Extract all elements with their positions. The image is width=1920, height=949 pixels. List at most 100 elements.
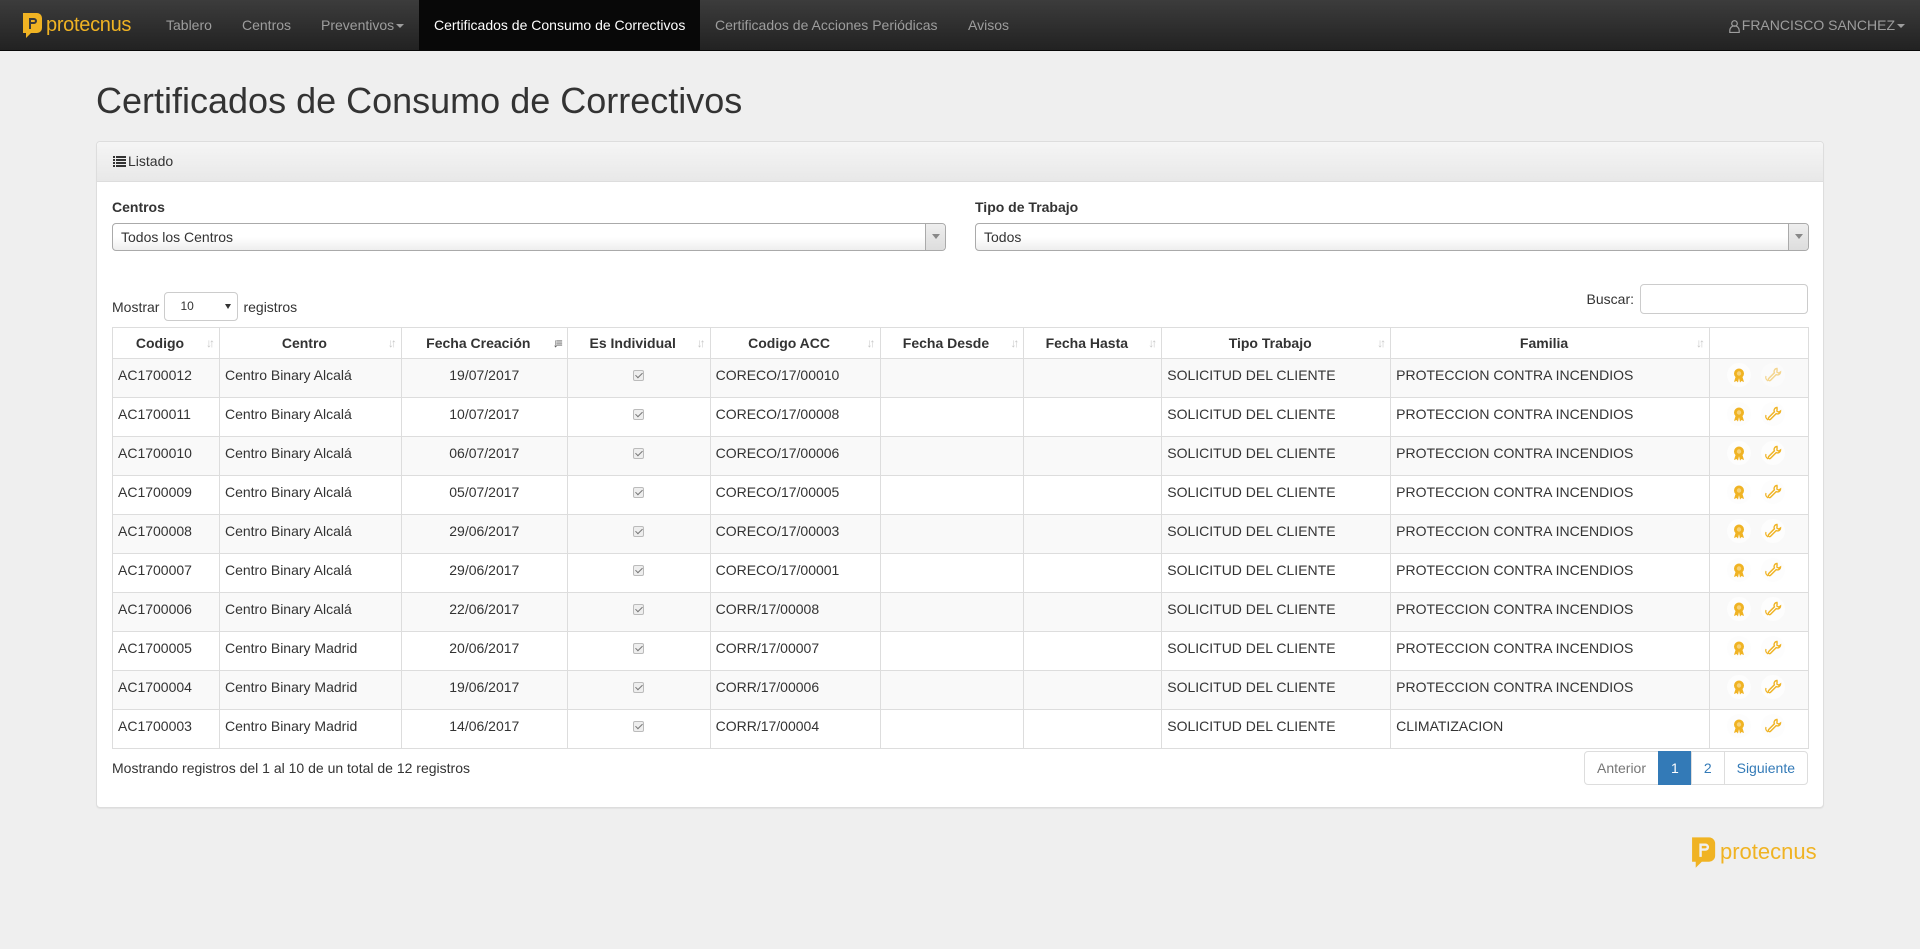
tipo-trabajo-select[interactable]: Todos bbox=[975, 223, 1809, 251]
col-fecha-desde[interactable]: Fecha Desde ↓↑ bbox=[879, 327, 1025, 359]
row-actions bbox=[1715, 437, 1803, 465]
cell-fecha-hasta bbox=[1023, 514, 1163, 554]
individual-checkbox bbox=[633, 370, 645, 381]
cell-fecha-creacion: 19/07/2017 bbox=[400, 358, 568, 398]
wrench-icon[interactable] bbox=[1760, 402, 1785, 426]
col-label: Centro bbox=[281, 335, 327, 351]
cell-tipo-trabajo: SOLICITUD DEL CLIENTE bbox=[1161, 670, 1392, 710]
certificate-icon[interactable] bbox=[1726, 480, 1751, 504]
wrench-icon[interactable] bbox=[1760, 441, 1785, 465]
search-label: Buscar: bbox=[1586, 291, 1634, 307]
table-body: AC1700012 Centro Binary Alcalá 19/07/2017 C… bbox=[112, 358, 1810, 749]
col-tipo-trabajo[interactable]: Tipo Trabajo ↓↑ bbox=[1161, 327, 1392, 359]
centros-label: Centros bbox=[112, 199, 165, 215]
cell-acciones bbox=[1708, 631, 1810, 671]
cell-fecha-creacion: 29/06/2017 bbox=[400, 553, 568, 593]
cell-codigo: AC1700010 bbox=[112, 436, 220, 476]
certificate-icon[interactable] bbox=[1726, 675, 1751, 699]
cell-acciones bbox=[1708, 436, 1810, 476]
cell-fecha-creacion: 20/06/2017 bbox=[400, 631, 568, 671]
footer-logo: protecnus bbox=[1688, 835, 1817, 869]
individual-checkbox bbox=[633, 643, 645, 654]
col-centro[interactable]: Centro ↓↑ bbox=[218, 327, 402, 359]
sort-icon: ↓↑ bbox=[866, 336, 876, 350]
nav-tablero[interactable]: Tablero bbox=[151, 0, 227, 51]
cell-centro: Centro Binary Alcalá bbox=[218, 397, 402, 437]
cell-codigo: AC1700012 bbox=[112, 358, 220, 398]
wrench-icon[interactable] bbox=[1760, 363, 1785, 387]
individual-checkbox bbox=[633, 487, 645, 498]
nav-certificados-correctivos[interactable]: Certificados de Consumo de Correctivos bbox=[419, 0, 701, 51]
caret-down-icon bbox=[396, 24, 405, 29]
cell-familia: PROTECCION CONTRA INCENDIOS bbox=[1390, 553, 1710, 593]
col-label: Tipo Trabajo bbox=[1228, 335, 1312, 351]
certificate-icon[interactable] bbox=[1726, 597, 1751, 621]
length-select[interactable]: 10 bbox=[164, 292, 239, 321]
cell-acciones bbox=[1708, 709, 1810, 749]
table-row: AC1700008 Centro Binary Alcalá 29/06/2017 C… bbox=[112, 514, 1810, 554]
centros-select[interactable]: Todos los Centros bbox=[112, 223, 946, 251]
footer-brand-name: protecnus bbox=[1720, 839, 1817, 864]
brand-logo[interactable]: protecnus bbox=[20, 9, 131, 41]
table-row: AC1700010 Centro Binary Alcalá 06/07/2017 C… bbox=[112, 436, 1810, 476]
individual-checkbox bbox=[633, 448, 645, 459]
cell-codigo-acc: CORR/17/00004 bbox=[709, 709, 881, 749]
certificate-icon[interactable] bbox=[1726, 558, 1751, 582]
cell-fecha-creacion: 14/06/2017 bbox=[400, 709, 568, 749]
cell-fecha-desde bbox=[879, 358, 1025, 398]
col-codigo[interactable]: Codigo ↓↑ bbox=[112, 327, 220, 359]
certificate-icon[interactable] bbox=[1726, 441, 1751, 465]
certificate-icon[interactable] bbox=[1726, 714, 1751, 738]
nav-preventivos[interactable]: Preventivos bbox=[306, 0, 419, 51]
row-actions bbox=[1715, 593, 1803, 621]
certificate-icon[interactable] bbox=[1726, 402, 1751, 426]
nav-centros[interactable]: Centros bbox=[227, 0, 306, 51]
individual-checkbox bbox=[633, 721, 645, 732]
wrench-icon[interactable] bbox=[1760, 714, 1785, 738]
col-codigo-acc[interactable]: Codigo ACC ↓↑ bbox=[709, 327, 881, 359]
cell-codigo: AC1700011 bbox=[112, 397, 220, 437]
cell-centro: Centro Binary Alcalá bbox=[218, 436, 402, 476]
cell-es-individual bbox=[566, 514, 711, 554]
cell-codigo-acc: CORR/17/00007 bbox=[709, 631, 881, 671]
cell-acciones bbox=[1708, 475, 1810, 515]
wrench-icon[interactable] bbox=[1760, 480, 1785, 504]
row-actions bbox=[1715, 359, 1803, 387]
table-row: AC1700003 Centro Binary Madrid 14/06/2017 C… bbox=[112, 709, 1810, 749]
table-row: AC1700005 Centro Binary Madrid 20/06/2017 C… bbox=[112, 631, 1810, 671]
col-familia[interactable]: Familia ↓↑ bbox=[1390, 327, 1710, 359]
user-menu[interactable]: FRANCISCO SANCHEZ bbox=[1714, 0, 1920, 51]
pagination-page-2[interactable]: 2 bbox=[1690, 751, 1725, 785]
top-navbar: protecnus Tablero Centros Preventivos Ce… bbox=[0, 0, 1920, 51]
pagination-page-1[interactable]: 1 bbox=[1658, 751, 1692, 785]
wrench-icon[interactable] bbox=[1760, 675, 1785, 699]
pagination-next[interactable]: Siguiente bbox=[1723, 751, 1808, 785]
cell-es-individual bbox=[566, 709, 711, 749]
pagination-prev[interactable]: Anterior bbox=[1583, 751, 1660, 785]
cell-tipo-trabajo: SOLICITUD DEL CLIENTE bbox=[1161, 631, 1392, 671]
search-input[interactable] bbox=[1640, 284, 1808, 314]
certificate-icon[interactable] bbox=[1726, 519, 1751, 543]
select-arrow-icon bbox=[1788, 224, 1808, 250]
cell-fecha-creacion: 10/07/2017 bbox=[400, 397, 568, 437]
certificate-icon[interactable] bbox=[1726, 636, 1751, 660]
col-fecha-creacion[interactable]: Fecha Creación ↓≡ bbox=[400, 327, 568, 359]
cell-codigo-acc: CORECO/17/00001 bbox=[709, 553, 881, 593]
cell-fecha-hasta bbox=[1023, 475, 1163, 515]
wrench-icon[interactable] bbox=[1760, 558, 1785, 582]
wrench-icon[interactable] bbox=[1760, 597, 1785, 621]
wrench-icon[interactable] bbox=[1760, 636, 1785, 660]
individual-checkbox bbox=[633, 604, 645, 615]
certificate-icon[interactable] bbox=[1726, 363, 1751, 387]
wrench-icon[interactable] bbox=[1760, 519, 1785, 543]
nav-certificados-periodicas[interactable]: Certificados de Acciones Periódicas bbox=[700, 0, 953, 51]
cell-fecha-desde bbox=[879, 631, 1025, 671]
cell-tipo-trabajo: SOLICITUD DEL CLIENTE bbox=[1161, 436, 1392, 476]
panel-heading: Listado bbox=[97, 142, 1823, 182]
cell-es-individual bbox=[566, 397, 711, 437]
col-es-individual[interactable]: Es Individual ↓↑ bbox=[566, 327, 711, 359]
col-fecha-hasta[interactable]: Fecha Hasta ↓↑ bbox=[1023, 327, 1163, 359]
col-label: Codigo ACC bbox=[748, 335, 831, 351]
user-icon bbox=[1728, 19, 1740, 33]
nav-avisos[interactable]: Avisos bbox=[953, 0, 1024, 51]
